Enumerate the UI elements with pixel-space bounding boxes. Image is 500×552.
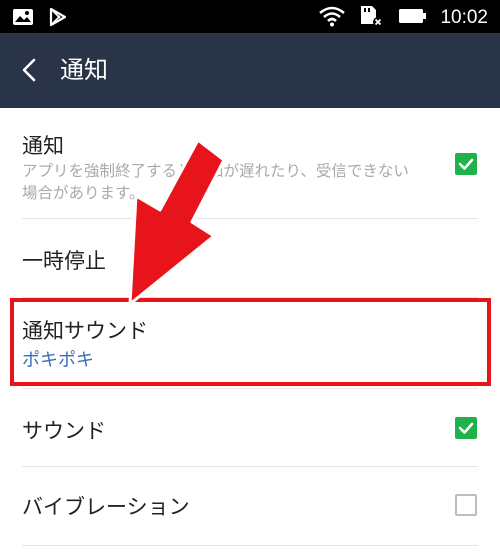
settings-row-pause[interactable]: 一時停止 bbox=[0, 219, 500, 297]
image-icon bbox=[12, 8, 34, 30]
clock: 10:02 bbox=[440, 7, 488, 28]
notifications-checkbox[interactable] bbox=[455, 153, 477, 175]
battery-icon bbox=[398, 7, 428, 29]
notification-sound-title: 通知サウンド bbox=[22, 319, 148, 343]
divider bbox=[22, 545, 478, 546]
vibration-title: バイブレーション bbox=[22, 495, 190, 519]
sound-title: サウンド bbox=[22, 419, 106, 443]
notifications-title: 通知 bbox=[22, 134, 64, 158]
wifi-icon bbox=[318, 5, 346, 31]
settings-row-notification-sound[interactable]: 通知サウンド ポキポキ bbox=[0, 298, 500, 386]
sound-checkbox[interactable] bbox=[455, 417, 477, 439]
notification-sound-value: ポキポキ bbox=[22, 350, 94, 371]
checkmark-icon bbox=[458, 422, 474, 434]
notifications-description: アプリを強制終了すると通知が遅れたり、受信できない場合があります。 bbox=[22, 162, 409, 202]
pause-title: 一時停止 bbox=[22, 249, 106, 273]
settings-row-vibration[interactable]: バイブレーション bbox=[0, 467, 500, 545]
back-button[interactable] bbox=[12, 51, 50, 89]
app-bar: 通知 bbox=[0, 33, 500, 108]
vibration-checkbox[interactable] bbox=[455, 494, 477, 516]
page-title: 通知 bbox=[60, 56, 108, 84]
chevron-left-icon bbox=[12, 58, 50, 93]
checkmark-icon bbox=[458, 158, 474, 170]
status-bar: 10:02 bbox=[0, 0, 500, 33]
settings-row-sound[interactable]: サウンド bbox=[0, 389, 500, 466]
play-store-icon bbox=[48, 7, 68, 31]
settings-row-notifications[interactable]: 通知 アプリを強制終了すると通知が遅れたり、受信できない場合があります。 bbox=[0, 108, 500, 218]
sd-card-icon bbox=[358, 4, 386, 32]
